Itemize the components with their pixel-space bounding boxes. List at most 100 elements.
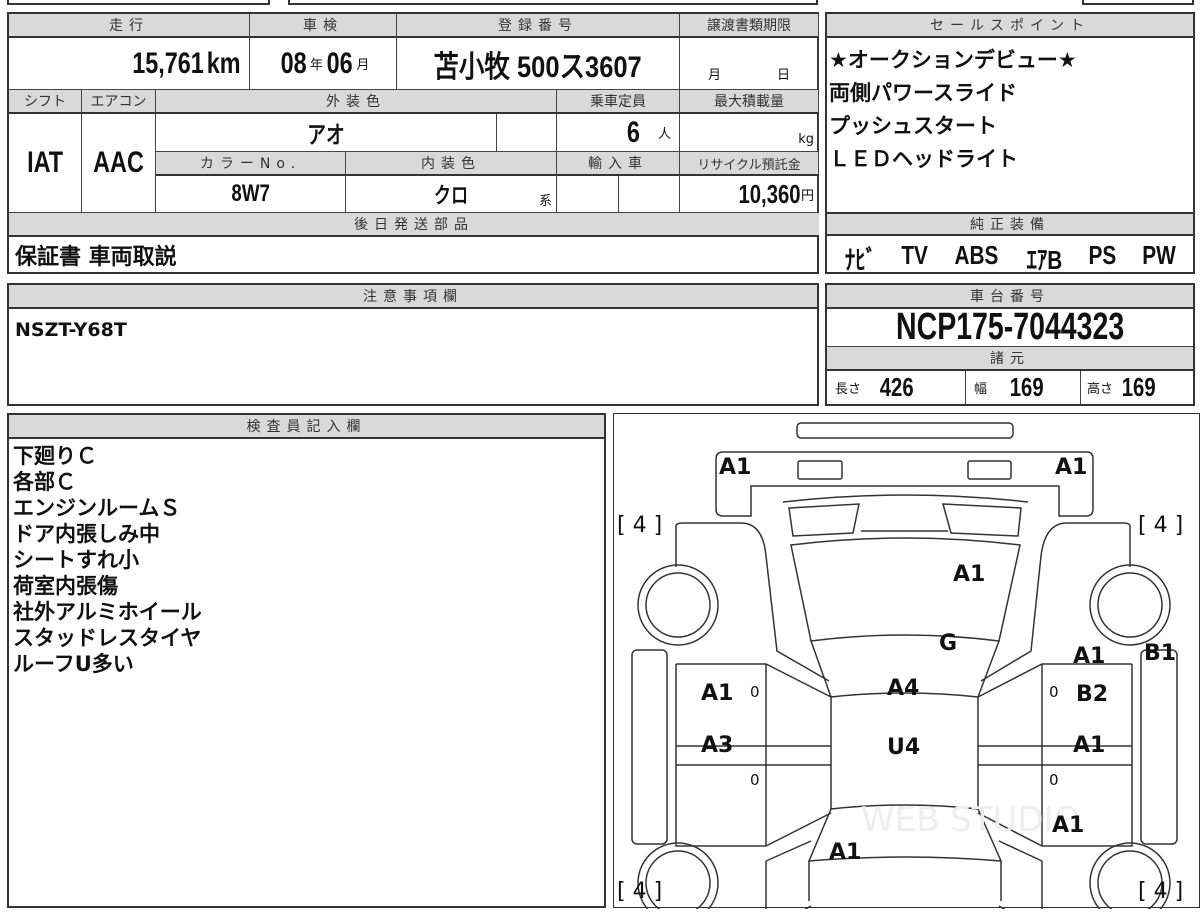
watermark: WEB STUDIO bbox=[861, 800, 1080, 840]
front-panel bbox=[715, 451, 1094, 517]
year-unit: 年 bbox=[309, 58, 323, 73]
exterior-color-cell: アオ bbox=[156, 114, 497, 152]
mileage-header: 走行 bbox=[9, 14, 250, 38]
damage-right-front-door-a: A1 bbox=[1073, 644, 1105, 669]
left-rear-quarter bbox=[765, 840, 812, 913]
inspection-cell: 08 年 06 月 bbox=[250, 38, 397, 90]
exterior-color-value: アオ bbox=[307, 122, 345, 149]
inspector-line: 下廻りＣ bbox=[13, 444, 97, 468]
lamps bbox=[788, 503, 1022, 537]
inspector-line: 荷室内張傷 bbox=[13, 574, 118, 598]
damage-right-front-door-b: B2 bbox=[1076, 682, 1108, 707]
damage-windshield: G bbox=[939, 631, 957, 656]
car-outline-svg: WEB STUDIO A1 A1 [ 4 ] [ 4 ] [ 4 ] [ 4 ]… bbox=[617, 422, 1183, 913]
capacity-unit: 人 bbox=[657, 127, 671, 142]
month-unit: 月 bbox=[356, 58, 370, 73]
right-rear-quarter bbox=[998, 840, 1043, 913]
left-front-zero: 0 bbox=[750, 683, 760, 701]
height-value: 169 bbox=[1121, 372, 1156, 402]
inspection-month: 06 bbox=[326, 46, 353, 80]
capacity-value: 6 bbox=[627, 115, 641, 149]
notes-header: 注意事項欄 bbox=[9, 285, 817, 309]
interior-suffix: 系 bbox=[538, 194, 552, 209]
recycle-value: 10,360 bbox=[738, 178, 801, 209]
left-rear-zero: 0 bbox=[750, 771, 760, 789]
spec-header: 諸元 bbox=[827, 347, 1193, 371]
tire-rear-left: [ 4 ] bbox=[617, 879, 662, 904]
wheel-front-right bbox=[1089, 564, 1171, 646]
wheel-front-right-inner bbox=[1097, 572, 1163, 638]
damage-back-door: A1 bbox=[829, 840, 861, 865]
damage-roof-front: A4 bbox=[887, 676, 919, 701]
inspector-line: ドア内張しみ中 bbox=[13, 522, 160, 546]
import-header: 輸入車 bbox=[557, 152, 680, 176]
equipment-item: TV bbox=[901, 240, 928, 270]
equipment-item: PS bbox=[1088, 240, 1117, 270]
front-bumper bbox=[796, 422, 1014, 439]
damage-hood: A1 bbox=[953, 562, 985, 587]
shift-cell: IAT bbox=[9, 114, 82, 213]
inspector-line: 社外アルミホイール bbox=[13, 600, 202, 624]
capacity-cell: 6人 bbox=[557, 114, 680, 152]
tire-front-left: [ 4 ] bbox=[617, 513, 662, 538]
chassis-number: NCP175-7044323 bbox=[895, 309, 1125, 347]
height-cell: 高さ 169 bbox=[1081, 371, 1193, 404]
hood bbox=[790, 537, 1021, 642]
later-parts-value: 保証書 車両取説 bbox=[15, 244, 177, 270]
equipment-header: 純正装備 bbox=[827, 212, 1193, 236]
equipment-item: ｴｱB bbox=[1026, 245, 1063, 275]
aircon-value: AAC bbox=[93, 146, 144, 179]
aircon-cell: AAC bbox=[82, 114, 156, 213]
shift-header: シフト bbox=[9, 90, 82, 114]
inspection-year: 08 bbox=[280, 46, 307, 80]
length-cell: 長さ 426 bbox=[827, 371, 966, 404]
registration-value: 苫小牧 500ス3607 bbox=[433, 50, 643, 84]
deadline-cell: 月日 bbox=[680, 38, 819, 90]
back-door bbox=[808, 861, 1002, 901]
headlight-right bbox=[967, 460, 1012, 480]
equipment-item: ﾅﾋﾞ bbox=[844, 245, 877, 275]
sales-point-item: ＬＥＤヘッドライト bbox=[829, 147, 1018, 171]
recycle-header: リサイクル預託金 bbox=[680, 152, 819, 176]
tire-rear-right: [ 4 ] bbox=[1138, 879, 1183, 904]
left-step bbox=[631, 649, 668, 845]
import-cell-b bbox=[619, 176, 680, 213]
capacity-header: 乗車定員 bbox=[557, 90, 680, 114]
color-no-header: カラーNo. bbox=[156, 152, 346, 176]
equipment-list: ﾅﾋﾞ TV ABS ｴｱB PS PW bbox=[841, 240, 1180, 277]
sales-points-panel: セールスポイント ★オークションデビュー★ 両側パワースライド プッシュスタート… bbox=[825, 12, 1195, 277]
top-strip-cell bbox=[288, 0, 818, 5]
notes-text: NSZT-Y68T bbox=[15, 319, 127, 341]
sales-point-item: プッシュスタート bbox=[829, 114, 997, 138]
chassis-panel: 車台番号 NCP175-7044323 諸元 長さ 426 幅 169 高さ 169 bbox=[825, 283, 1195, 406]
wheel-front-left bbox=[637, 564, 719, 646]
color-no-value: 8W7 bbox=[231, 180, 270, 207]
exterior-color-header: 外装色 bbox=[156, 90, 557, 114]
recycle-unit: 円 bbox=[800, 188, 814, 204]
exterior-color-extra bbox=[497, 114, 557, 152]
length-value: 426 bbox=[879, 372, 914, 402]
inspection-header: 車検 bbox=[250, 14, 397, 38]
damage-left-front-door: A1 bbox=[701, 681, 733, 706]
notes-panel: 注意事項欄 NSZT-Y68T bbox=[7, 283, 819, 406]
equipment-item: PW bbox=[1141, 240, 1176, 270]
chassis-header: 車台番号 bbox=[827, 285, 1193, 309]
damage-rear-quarter-right: A1 bbox=[1052, 813, 1084, 838]
grille-line bbox=[782, 494, 1029, 503]
deadline-month: 月 bbox=[707, 68, 721, 83]
inspector-line: ルーフU多い bbox=[13, 652, 134, 676]
load-unit: kg bbox=[798, 132, 814, 147]
width-cell: 幅 169 bbox=[966, 371, 1081, 404]
import-cell-a bbox=[557, 176, 619, 213]
tire-front-right: [ 4 ] bbox=[1138, 513, 1183, 538]
right-rear-zero: 0 bbox=[1049, 771, 1059, 789]
aircon-header: エアコン bbox=[82, 90, 156, 114]
damage-right-rear-door: A1 bbox=[1073, 733, 1105, 758]
wheel-front-left-inner bbox=[645, 572, 711, 638]
width-value: 169 bbox=[1009, 372, 1044, 402]
damage-roof-rear: U4 bbox=[887, 735, 920, 760]
color-no-cell: 8W7 bbox=[156, 176, 346, 213]
chassis-number-cell: NCP175-7044323 bbox=[827, 309, 1193, 347]
inspector-lines: 下廻りＣ 各部Ｃ エンジンルームＳ ドア内張しみ中 シートすれ小 荷室内張傷 社… bbox=[13, 443, 202, 677]
recycle-cell: 10,360 円 bbox=[680, 176, 819, 213]
